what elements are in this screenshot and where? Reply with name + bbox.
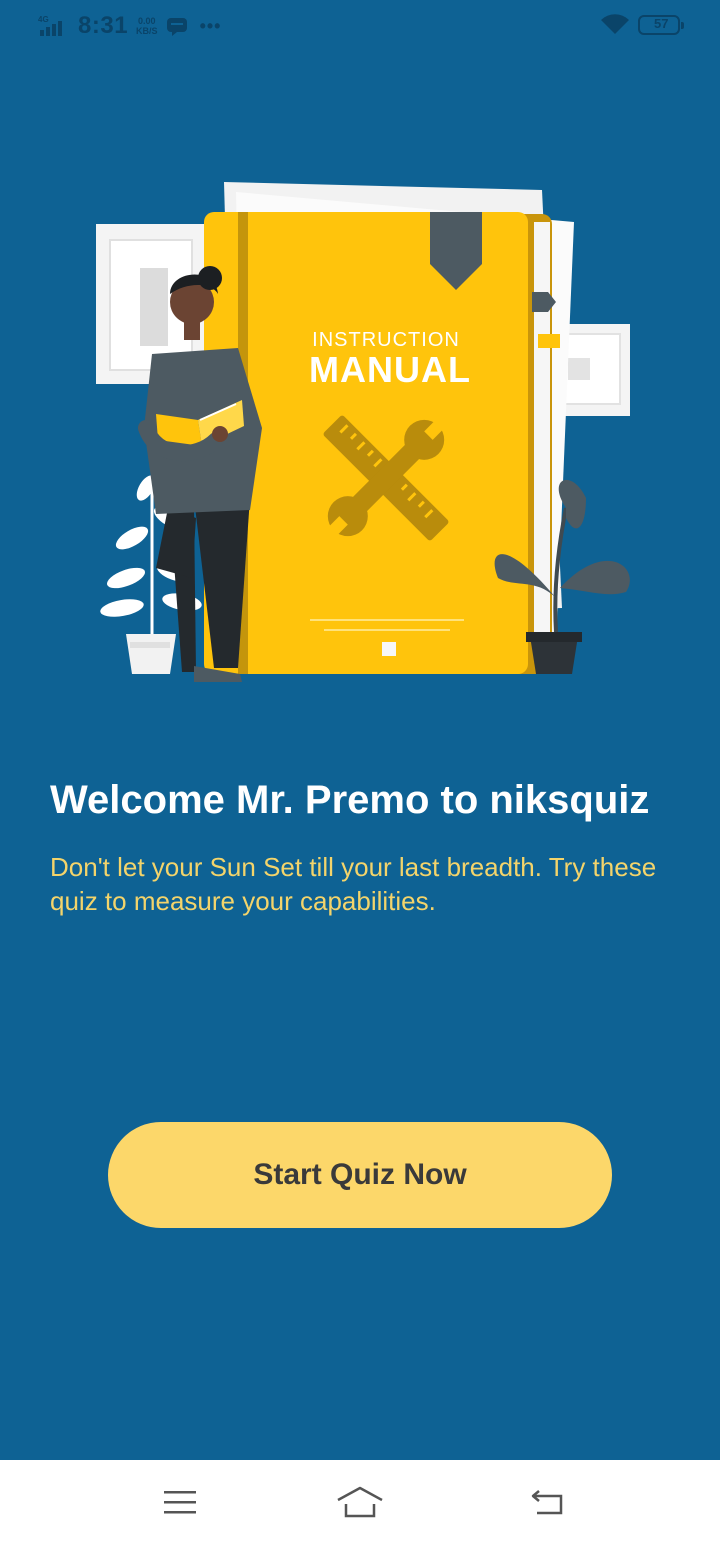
clock: 8:31: [78, 12, 129, 39]
message-icon: [166, 18, 187, 36]
menu-button[interactable]: [150, 1476, 210, 1528]
instruction-manual-illustration: INSTRUCTION MANUAL: [96, 182, 630, 682]
more-notifications: •••: [199, 15, 222, 36]
status-bar-left: 4G 8:31 0.00 KB/S •••: [38, 12, 221, 40]
network-speed-value: 0.00: [138, 16, 156, 26]
home-icon: [337, 1486, 383, 1518]
battery-level: 57: [654, 16, 669, 31]
welcome-title: Welcome Mr. Premo to niksquiz: [50, 778, 650, 822]
network-speed-unit: KB/S: [136, 26, 158, 36]
battery-icon: 57: [638, 15, 684, 35]
status-bar-right: 57: [600, 14, 684, 36]
book-title-large: MANUAL: [309, 349, 471, 390]
book-title-small: INSTRUCTION: [312, 329, 460, 351]
home-button[interactable]: [330, 1476, 390, 1528]
status-bar: 4G 8:31 0.00 KB/S ••• 57: [0, 0, 720, 56]
signal-icon: 4G: [38, 15, 62, 36]
svg-text:4G: 4G: [38, 15, 49, 24]
network-speed: 0.00 KB/S: [136, 16, 158, 36]
menu-icon: [164, 1491, 196, 1514]
start-quiz-button[interactable]: Start Quiz Now: [108, 1122, 612, 1228]
welcome-subtitle: Don't let your Sun Set till your last br…: [50, 852, 657, 916]
navigation-bar: [0, 1460, 720, 1544]
back-button[interactable]: [518, 1476, 578, 1528]
back-icon: [531, 1490, 563, 1515]
wifi-icon: [601, 14, 629, 34]
